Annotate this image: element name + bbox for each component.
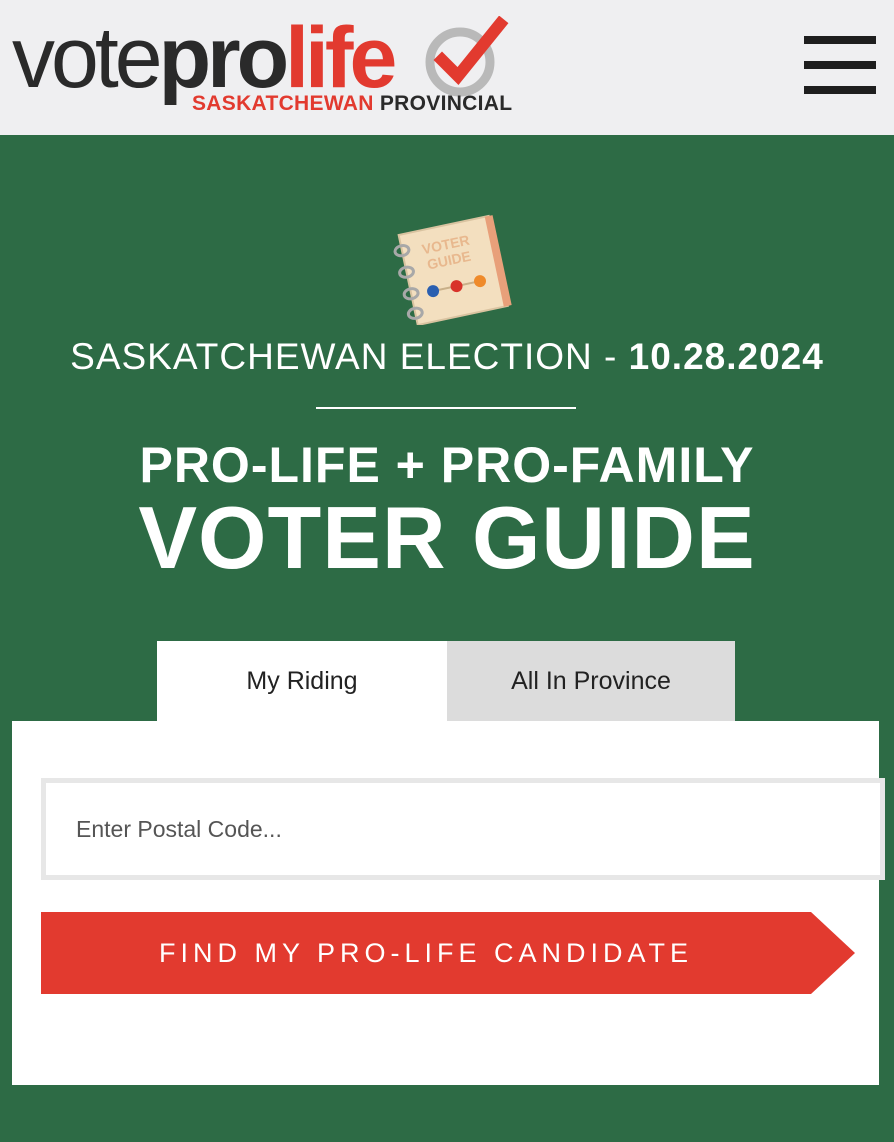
logo-vote-text: vote <box>12 10 163 106</box>
menu-bar <box>804 86 876 94</box>
site-logo[interactable]: voteprolife SASKATCHEWAN PROVINCIAL <box>12 8 572 128</box>
find-candidate-label: FIND MY PRO-LIFE CANDIDATE <box>158 937 694 968</box>
tab-all-in-province[interactable]: All In Province <box>447 641 735 721</box>
heading-divider <box>316 407 576 409</box>
find-candidate-button[interactable]: FIND MY PRO-LIFE CANDIDATE <box>41 912 855 994</box>
logo-subtitle-level: PROVINCIAL <box>379 92 513 115</box>
search-panel <box>12 721 879 1085</box>
tab-my-riding[interactable]: My Riding <box>157 641 447 721</box>
headline-line1: PRO-LIFE + PRO-FAMILY <box>139 437 755 493</box>
voter-guide-notebook-icon: VOTER GUIDE <box>393 214 512 325</box>
menu-bar <box>804 61 876 69</box>
election-date: 10.28.2024 <box>628 336 824 377</box>
page-title: VOTER GUIDE <box>138 488 756 587</box>
postal-code-input[interactable] <box>41 778 885 880</box>
election-label: SASKATCHEWAN ELECTION - <box>70 336 629 377</box>
election-date-heading: SASKATCHEWAN ELECTION - 10.28.2024 <box>0 336 894 378</box>
site-header: voteprolife SASKATCHEWAN PROVINCIAL <box>0 0 894 135</box>
menu-bar <box>804 36 876 44</box>
hamburger-menu-icon[interactable] <box>800 32 880 98</box>
logo-subtitle: SASKATCHEWAN PROVINCIAL <box>192 92 512 116</box>
logo-subtitle-province: SASKATCHEWAN <box>192 92 374 115</box>
checkmark-circle-icon <box>425 16 509 97</box>
